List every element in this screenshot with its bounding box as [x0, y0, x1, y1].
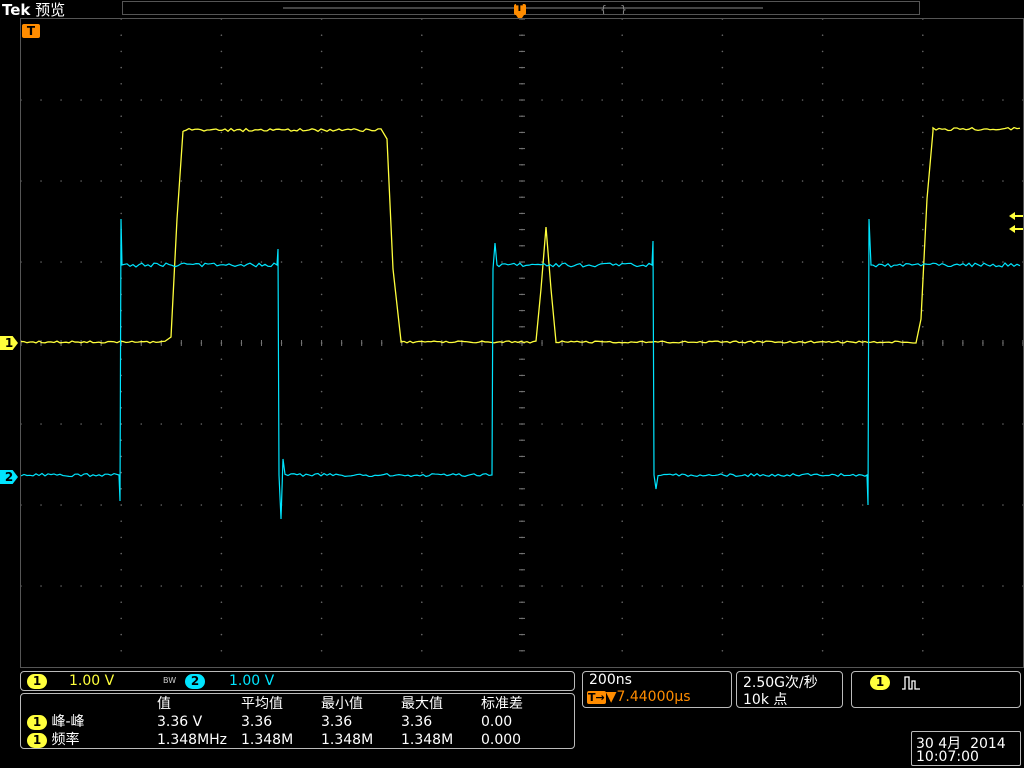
trigger-level-marker[interactable]: T — [22, 24, 40, 38]
bandwidth-limit-icon: BW — [163, 676, 176, 685]
measurement-min: 3.36 — [321, 713, 401, 731]
ch1-scale: 1.00 V — [69, 673, 114, 689]
header-stddev: 标准差 — [481, 695, 529, 713]
header-mean: 平均值 — [241, 695, 321, 713]
mode-label: 预览 — [35, 1, 65, 19]
header-value: 值 — [157, 695, 241, 713]
row-channel-badge: 1 — [27, 733, 47, 748]
horizontal-scale: 200ns — [589, 672, 632, 688]
ch1-badge[interactable]: 1 — [27, 674, 47, 689]
time-label: 10:07:00 — [916, 749, 979, 765]
measurement-name: 峰-峰 — [51, 714, 84, 730]
table-row[interactable]: 1 频率 1.348MHz 1.348M 1.348M 1.348M 0.000 — [27, 731, 529, 749]
measurement-name: 频率 — [51, 732, 79, 748]
waveform-display[interactable] — [20, 18, 1024, 668]
brand: Tek 预览 — [2, 0, 65, 20]
measurement-value: 1.348MHz — [157, 731, 241, 749]
measurement-min: 1.348M — [321, 731, 401, 749]
top-bar: Tek 预览 { } — [0, 0, 1024, 16]
measurement-mean: 1.348M — [241, 731, 321, 749]
header-min: 最小值 — [321, 695, 401, 713]
measurement-max: 3.36 — [401, 713, 481, 731]
timebase-panel[interactable]: 200ns T→▼7.44000µs — [582, 671, 732, 708]
header-max: 最大值 — [401, 695, 481, 713]
record-length: 10k 点 — [743, 689, 787, 709]
acquisition-panel[interactable]: 2.50G次/秒 10k 点 — [736, 671, 843, 708]
ch1-ground-marker[interactable]: 1 — [0, 336, 18, 350]
right-level-arrows — [1009, 210, 1023, 240]
measurement-stddev: 0.000 — [481, 731, 529, 749]
trigger-delay-value: ▼7.44000µs — [606, 689, 691, 705]
trigger-source-badge: 1 — [870, 675, 890, 690]
measurement-value: 3.36 V — [157, 713, 241, 731]
svg-text:{: { — [600, 3, 607, 14]
ch1-ground-label: 1 — [5, 336, 13, 350]
channel-scale-panel[interactable]: 1 1.00 V BW 2 1.00 V — [20, 671, 575, 691]
ch2-ground-marker[interactable]: 2 — [0, 470, 18, 484]
measurements-panel[interactable]: 值 平均值 最小值 最大值 标准差 1 峰-峰 3.36 V 3.36 3.36… — [20, 693, 575, 749]
table-row[interactable]: 1 峰-峰 3.36 V 3.36 3.36 3.36 0.00 — [27, 713, 529, 731]
datetime-panel: 30 4月 2014 10:07:00 — [911, 731, 1021, 766]
rising-edge-icon — [900, 675, 922, 691]
trigger-position-label: T — [516, 3, 523, 14]
trigger-level-label: T — [27, 24, 35, 38]
row-channel-badge: 1 — [27, 715, 47, 730]
measurement-mean: 3.36 — [241, 713, 321, 731]
ch2-ground-label: 2 — [5, 470, 13, 484]
brand-logo: Tek — [2, 1, 30, 19]
ch2-badge[interactable]: 2 — [185, 674, 205, 689]
ch2-scale: 1.00 V — [229, 673, 274, 689]
measurement-stddev: 0.00 — [481, 713, 529, 731]
trigger-panel[interactable]: 1 — [851, 671, 1021, 708]
trigger-delay: T→▼7.44000µs — [587, 689, 691, 705]
trigger-delay-prefix: T→ — [587, 691, 606, 704]
measurement-max: 1.348M — [401, 731, 481, 749]
measurements-header-row: 值 平均值 最小值 最大值 标准差 — [27, 695, 529, 713]
svg-text:}: } — [620, 3, 627, 14]
